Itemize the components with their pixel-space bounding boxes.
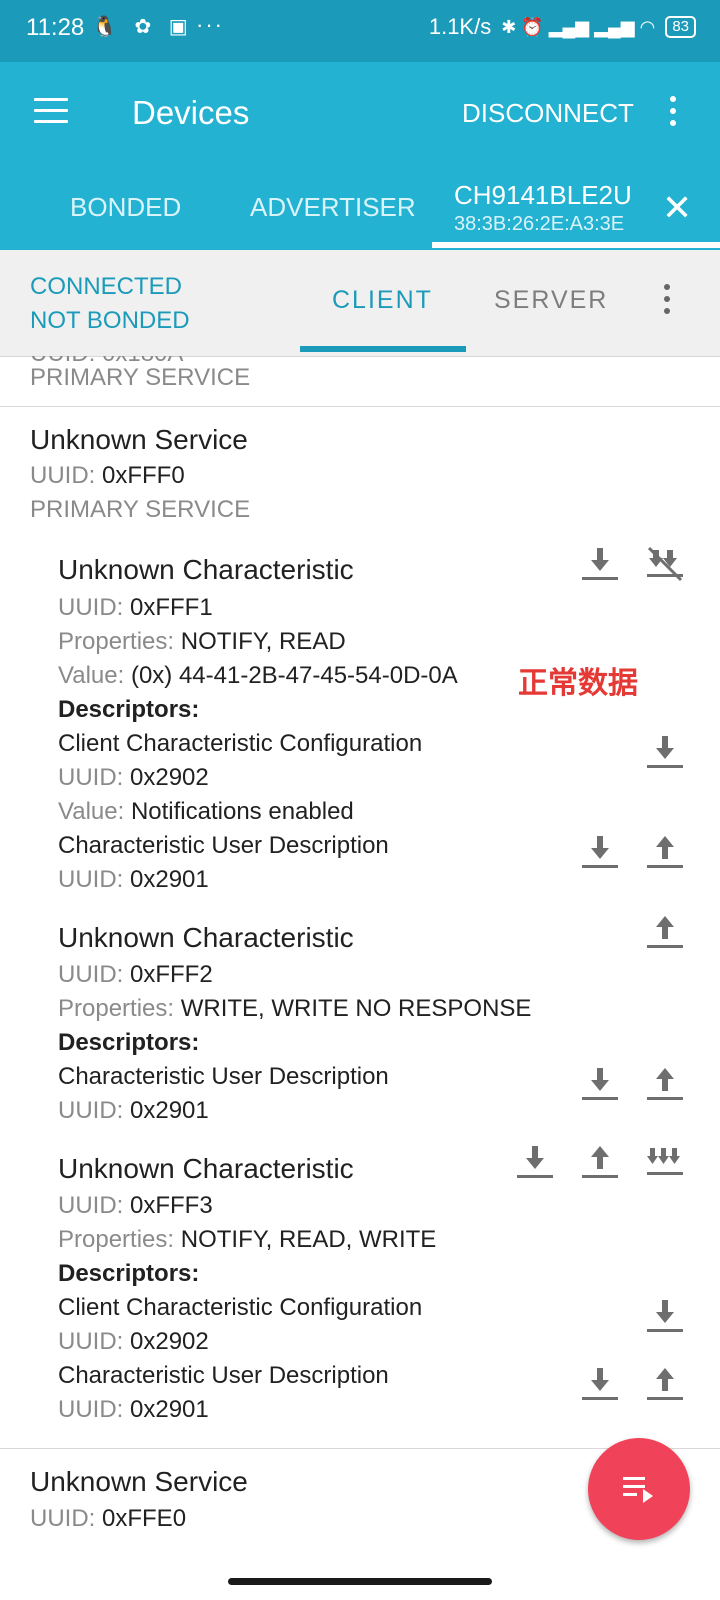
service-uuid: UUID: 0xFFF0: [30, 462, 185, 489]
characteristic-uuid: UUID: 0xFFF3: [58, 1192, 213, 1219]
services-list[interactable]: UUID: 0x180A PRIMARY SERVICE Unknown Ser…: [0, 356, 720, 1600]
descriptor-value: Value: Notifications enabled: [58, 798, 354, 825]
tab-indicator: [432, 242, 720, 248]
bond-state-label: NOT BONDED: [30, 307, 190, 334]
device-name: CH9141BLE2U: [454, 180, 632, 210]
read-icon[interactable]: [515, 1142, 555, 1182]
tab-server[interactable]: SERVER: [494, 286, 608, 315]
home-indicator[interactable]: [228, 1578, 492, 1585]
descriptor-name: Client Characteristic Configuration: [58, 1294, 423, 1321]
write-descriptor-icon[interactable]: [645, 1364, 685, 1404]
tab-advertiser[interactable]: ADVERTISER: [250, 192, 416, 223]
characteristic-title[interactable]: Unknown Characteristic: [58, 554, 354, 586]
descriptor-uuid: UUID: 0x2901: [58, 1396, 209, 1423]
read-descriptor-icon[interactable]: [645, 732, 685, 772]
notify-icon[interactable]: [645, 1142, 685, 1182]
descriptors-heading: Descriptors:: [58, 1260, 200, 1287]
characteristic-title[interactable]: Unknown Characteristic: [58, 922, 354, 954]
characteristic-properties: Properties: WRITE, WRITE NO RESPONSE: [58, 995, 532, 1022]
service-type: PRIMARY SERVICE: [30, 496, 251, 523]
write-icon[interactable]: [580, 1142, 620, 1182]
log-list-icon: [623, 1477, 653, 1503]
annotation-label: 正常数据: [518, 667, 638, 700]
characteristic-uuid: UUID: 0xFFF2: [58, 961, 213, 988]
page-title: Devices: [132, 94, 250, 131]
characteristic-title[interactable]: Unknown Characteristic: [58, 1153, 354, 1185]
descriptor-name: Characteristic User Description: [58, 1063, 389, 1090]
app-bar: Devices DISCONNECT BONDED ADVERTISER CH9…: [0, 62, 720, 250]
service-type: PRIMARY SERVICE: [30, 364, 251, 391]
read-descriptor-icon[interactable]: [580, 1364, 620, 1404]
more-notifications-icon: ···: [196, 12, 224, 37]
service-uuid: UUID: 0xFFE0: [30, 1505, 187, 1532]
descriptor-uuid: UUID: 0x2901: [58, 866, 209, 893]
characteristic-uuid: UUID: 0xFFF1: [58, 594, 213, 621]
system-icons: 1.1K/s ✱ ⏰ ▂▄▆ ▂▄▆ ◠ 83: [429, 14, 696, 40]
close-icon[interactable]: ✕: [662, 190, 692, 226]
overflow-menu-icon[interactable]: [670, 96, 678, 132]
write-descriptor-icon[interactable]: [645, 1064, 685, 1104]
write-descriptor-icon[interactable]: [645, 832, 685, 872]
battery-icon: 83: [665, 16, 696, 38]
characteristic-properties: Properties: NOTIFY, READ, WRITE: [58, 1226, 437, 1253]
tab-bonded[interactable]: BONDED: [70, 192, 181, 223]
subtab-indicator: [300, 346, 466, 352]
read-descriptor-icon[interactable]: [645, 1296, 685, 1336]
service-title[interactable]: Unknown Service: [30, 1466, 248, 1498]
descriptor-name: Client Characteristic Configuration: [58, 730, 423, 757]
descriptors-heading: Descriptors:: [58, 1029, 200, 1056]
tab-device[interactable]: CH9141BLE2U 38:3B:26:2E:A3:3E: [454, 180, 632, 236]
descriptor-uuid: UUID: 0x2902: [58, 764, 209, 791]
connection-status: CONNECTED NOT BONDED: [30, 270, 190, 338]
log-fab-button[interactable]: [588, 1438, 690, 1540]
status-time: 11:28: [26, 14, 85, 41]
disconnect-button[interactable]: DISCONNECT: [462, 98, 634, 129]
descriptor-uuid: UUID: 0x2902: [58, 1328, 209, 1355]
connected-label: CONNECTED: [30, 273, 183, 300]
divider: [0, 406, 720, 407]
connection-bar: CONNECTED NOT BONDED CLIENT SERVER: [0, 250, 720, 357]
client-overflow-menu-icon[interactable]: [664, 284, 670, 320]
network-speed: 1.1K/s: [428, 14, 492, 39]
notifications-off-icon[interactable]: [645, 544, 685, 584]
notification-app-icons: 🐧 ✿ ▣: [92, 16, 194, 38]
device-address: 38:3B:26:2E:A3:3E: [454, 213, 625, 235]
read-descriptor-icon[interactable]: [580, 832, 620, 872]
descriptor-name: Characteristic User Description: [58, 832, 389, 859]
system-status-icons: ✱ ⏰ ▂▄▆ ▂▄▆ ◠: [501, 16, 656, 37]
tab-client[interactable]: CLIENT: [332, 286, 433, 315]
descriptors-heading: Descriptors:: [58, 696, 200, 723]
descriptor-name: Characteristic User Description: [58, 1362, 389, 1389]
status-bar: 11:28 🐧 ✿ ▣ ··· 1.1K/s ✱ ⏰ ▂▄▆ ▂▄▆ ◠ 83: [0, 0, 720, 62]
characteristic-properties: Properties: NOTIFY, READ: [58, 628, 346, 655]
write-icon[interactable]: [645, 912, 685, 952]
read-descriptor-icon[interactable]: [580, 1064, 620, 1104]
menu-icon[interactable]: [34, 98, 68, 124]
descriptor-uuid: UUID: 0x2901: [58, 1097, 209, 1124]
service-title[interactable]: Unknown Service: [30, 424, 248, 456]
characteristic-value: Value: (0x) 44-41-2B-47-45-54-0D-0A: [58, 662, 458, 689]
read-icon[interactable]: [580, 544, 620, 584]
